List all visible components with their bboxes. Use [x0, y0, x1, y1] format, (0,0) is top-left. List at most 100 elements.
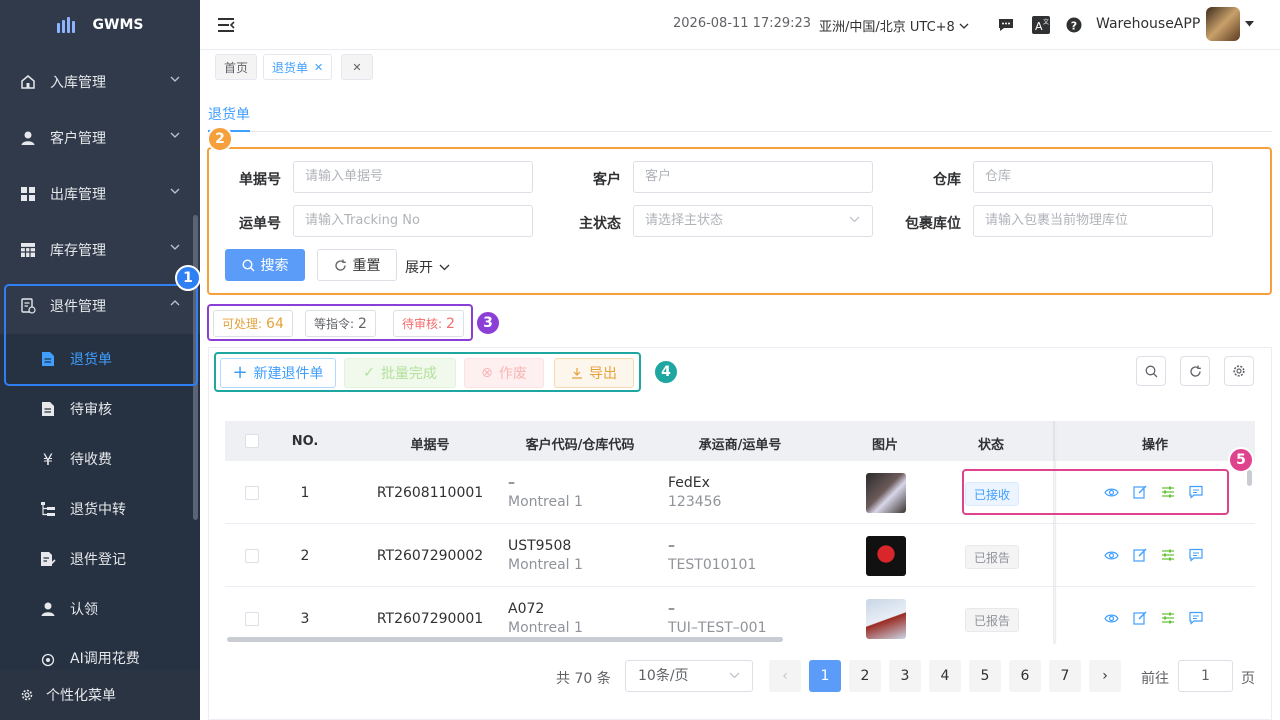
collapse-menu-icon[interactable]: [217, 17, 235, 33]
counter-awaiting[interactable]: 等指令: 2: [305, 310, 376, 337]
caret-down-icon[interactable]: [1245, 21, 1254, 27]
goto-label: 前往: [1141, 671, 1169, 687]
refresh-icon: [334, 259, 346, 271]
warehouse-input[interactable]: 仓库: [973, 161, 1213, 193]
close-all-tags-button[interactable]: ✕: [341, 54, 373, 80]
tag-home[interactable]: 首页: [215, 54, 258, 80]
menu-customer[interactable]: 客户管理: [0, 110, 200, 166]
timezone-select[interactable]: 亚洲/中国/北京 UTC+8: [819, 16, 969, 35]
select-all-checkbox[interactable]: [245, 434, 259, 448]
marker-1: 1: [175, 265, 201, 291]
chevron-down-icon: [729, 672, 740, 679]
tag-return-order[interactable]: 退货单 ✕: [263, 54, 333, 80]
new-label: 新建退件单: [253, 366, 324, 382]
status-select[interactable]: 请选择主状态: [633, 205, 873, 237]
row-image[interactable]: [866, 536, 906, 576]
avatar[interactable]: [1206, 7, 1240, 41]
page-button[interactable]: 4: [929, 660, 961, 692]
submenu-label: 认领: [70, 602, 98, 618]
edit-icon[interactable]: [1133, 548, 1147, 562]
adjust-icon[interactable]: [1161, 548, 1175, 562]
column-settings-button[interactable]: [1224, 356, 1254, 386]
doc-no-input[interactable]: 请输入单据号: [293, 161, 533, 193]
page-button[interactable]: 6: [1009, 660, 1041, 692]
submenu-pending-review[interactable]: 待审核: [0, 384, 200, 434]
tracking-input[interactable]: 请输入Tracking No: [293, 205, 533, 237]
message-icon[interactable]: [997, 16, 1015, 34]
batch-complete-button[interactable]: ✓ 批量完成: [344, 358, 456, 388]
help-icon[interactable]: ?: [1065, 16, 1083, 34]
row-checkbox[interactable]: [245, 486, 259, 500]
comment-icon[interactable]: [1189, 611, 1203, 625]
row-checkbox[interactable]: [245, 549, 259, 563]
logo-icon: [56, 17, 75, 33]
username[interactable]: WarehouseAPP: [1096, 16, 1200, 32]
reset-button[interactable]: 重置: [317, 249, 397, 281]
menu-outbound[interactable]: 出库管理: [0, 166, 200, 222]
page-button[interactable]: 2: [849, 660, 881, 692]
page-button[interactable]: 5: [969, 660, 1001, 692]
row-checkbox[interactable]: [245, 612, 259, 626]
view-icon[interactable]: [1104, 548, 1119, 563]
row-doc-no[interactable]: RT2607290002: [370, 548, 490, 564]
expand-toggle[interactable]: 展开: [405, 257, 450, 277]
row-doc-no[interactable]: RT2607290001: [370, 611, 490, 627]
page-button[interactable]: 3: [889, 660, 921, 692]
marker-4: 4: [653, 359, 679, 385]
app-logo[interactable]: GWMS: [0, 0, 200, 50]
search-button[interactable]: 搜索: [225, 249, 305, 281]
table-row[interactable]: 3 RT2607290001 A072 Montreal 1 – TUI–TES…: [225, 587, 1255, 644]
prev-page-button[interactable]: ‹: [769, 660, 801, 692]
void-button[interactable]: ⊗ 作废: [464, 358, 544, 388]
batch-label: 批量完成: [380, 366, 437, 382]
submenu-label: 待收费: [70, 452, 112, 468]
close-icon[interactable]: ✕: [314, 61, 323, 74]
submenu-claim[interactable]: 认领: [0, 584, 200, 634]
adjust-icon[interactable]: [1161, 611, 1175, 625]
void-label: 作废: [498, 366, 527, 382]
submenu-ai-cost[interactable]: AI调用花费: [0, 634, 200, 670]
comment-icon[interactable]: [1189, 548, 1203, 562]
toggle-search-button[interactable]: [1136, 356, 1166, 386]
refresh-button[interactable]: [1180, 356, 1210, 386]
table-row[interactable]: 2 RT2607290002 UST9508 Montreal 1 – TEST…: [225, 524, 1255, 587]
row-doc-no[interactable]: RT2608110001: [370, 485, 490, 501]
page-button[interactable]: 1: [809, 660, 841, 692]
row-image[interactable]: [866, 473, 906, 513]
chevron-down-icon: [170, 244, 180, 250]
status-label: 主状态: [579, 216, 621, 232]
page-button[interactable]: 7: [1049, 660, 1081, 692]
location-input[interactable]: 请输入包裹当前物理库位: [973, 205, 1213, 237]
table-horizontal-scrollbar[interactable]: [227, 637, 783, 642]
location-label: 包裹库位: [905, 216, 961, 232]
page-size-select[interactable]: 10条/页: [625, 660, 753, 692]
submenu-return-transfer[interactable]: 退货中转: [0, 484, 200, 534]
row-image[interactable]: [866, 599, 906, 639]
plus-icon: +: [232, 362, 248, 383]
export-button[interactable]: 导出: [554, 358, 634, 388]
goto-page-input[interactable]: 1: [1178, 660, 1233, 692]
custom-menu-button[interactable]: 个性化菜单: [0, 670, 200, 720]
counter-processable[interactable]: 可处理: 64: [213, 310, 293, 337]
submenu-return-register[interactable]: 退件登记: [0, 534, 200, 584]
view-icon[interactable]: [1104, 611, 1119, 626]
tracking-label: 运单号: [239, 216, 281, 232]
translate-icon[interactable]: A文: [1032, 16, 1050, 34]
customer-input[interactable]: 客户: [633, 161, 873, 193]
page-tab-return-order[interactable]: 退货单: [208, 104, 250, 124]
status-badge: 已报告: [965, 608, 1020, 632]
col-customer-warehouse: 客户代码/仓库代码: [525, 438, 635, 453]
edit-icon[interactable]: [1133, 611, 1147, 625]
menu-inbound[interactable]: 入库管理: [0, 54, 200, 110]
table-vertical-scrollbar[interactable]: [1247, 470, 1252, 486]
submenu-pending-fee[interactable]: ¥ 待收费: [0, 434, 200, 484]
menu-inventory[interactable]: 库存管理: [0, 222, 200, 278]
user-icon: [40, 601, 56, 617]
tag-label: 首页: [224, 60, 249, 75]
timezone-label: 亚洲/中国/北京 UTC+8: [819, 20, 955, 35]
new-return-button[interactable]: + 新建退件单: [220, 358, 336, 388]
next-page-button[interactable]: ›: [1089, 660, 1121, 692]
svg-text:文: 文: [1043, 18, 1049, 26]
list-tree-icon: [40, 501, 56, 517]
counter-pending-review[interactable]: 待审核: 2: [393, 310, 464, 337]
